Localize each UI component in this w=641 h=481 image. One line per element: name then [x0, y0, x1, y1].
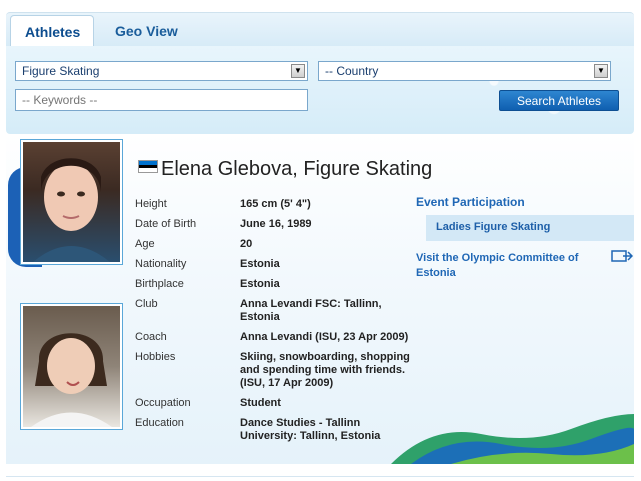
search-athletes-button[interactable]: Search Athletes [499, 90, 619, 111]
detail-value: Student [240, 397, 281, 409]
detail-row: Nationality Estonia [135, 258, 415, 271]
detail-row: Age 20 [135, 238, 415, 251]
olympic-committee-link[interactable]: Visit the Olympic Committee of Estonia [416, 251, 606, 281]
athlete-details: Height 165 cm (5' 4") Date of Birth June 1… [135, 198, 415, 450]
olympic-waves-decoration [391, 414, 634, 464]
sport-select-value: Figure Skating [22, 64, 100, 78]
detail-value: Anna Levandi FSC: Tallinn, Estonia [240, 298, 382, 323]
sport-select[interactable]: Figure Skating ▼ [15, 61, 308, 81]
detail-row: Club Anna Levandi FSC: Tallinn, Estonia [135, 298, 415, 324]
chevron-down-icon[interactable]: ▼ [594, 64, 608, 78]
detail-label: Nationality [135, 258, 187, 270]
detail-label: Birthplace [135, 278, 184, 290]
athlete-portrait-icon [33, 158, 110, 262]
detail-value: Estonia [240, 278, 280, 290]
detail-value: Estonia [240, 258, 280, 270]
external-link-icon[interactable] [611, 250, 633, 262]
tab-bar: Athletes Geo View [6, 12, 634, 48]
coach-portrait-icon [31, 333, 112, 427]
detail-row: Occupation Student [135, 397, 415, 410]
detail-row: Education Dance Studies - Tallinn Univers… [135, 417, 415, 443]
chevron-down-icon[interactable]: ▼ [291, 64, 305, 78]
event-participation-title: Event Participation [416, 195, 525, 209]
detail-row: Coach Anna Levandi (ISU, 23 Apr 2009) [135, 331, 415, 344]
detail-value: 20 [240, 238, 253, 250]
detail-label: Age [135, 238, 155, 250]
detail-value: June 16, 1989 [240, 218, 312, 230]
detail-label: Height [135, 198, 167, 210]
detail-row: Height 165 cm (5' 4") [135, 198, 415, 211]
country-select-value: -- Country [325, 64, 379, 78]
coach-photo [20, 303, 123, 430]
footer-divider [6, 476, 634, 477]
detail-value: 165 cm (5' 4") [240, 198, 311, 210]
event-item-ladies-figure-skating[interactable]: Ladies Figure Skating [426, 215, 634, 241]
country-select[interactable]: -- Country ▼ [318, 61, 611, 81]
detail-value: Skiing, snowboarding, shopping and spend… [240, 351, 410, 389]
tab-athletes[interactable]: Athletes [10, 15, 94, 48]
athlete-photo [20, 139, 123, 265]
detail-row: Birthplace Estonia [135, 278, 415, 291]
keywords-input[interactable] [15, 89, 308, 111]
tab-geo-view[interactable]: Geo View [101, 15, 192, 48]
detail-label: Date of Birth [135, 218, 197, 230]
athlete-profile-page: Athletes Geo View Figure Skating ▼ -- Co… [0, 0, 641, 481]
athlete-profile: Elena Glebova, Figure Skating Height 165 … [6, 134, 634, 464]
detail-label: Education [135, 417, 184, 429]
search-panel: Figure Skating ▼ -- Country ▼ Search Ath… [6, 46, 634, 134]
estonia-flag-icon [138, 160, 158, 173]
detail-label: Club [135, 298, 158, 310]
detail-value: Dance Studies - Tallinn University: Tall… [240, 417, 381, 442]
detail-value: Anna Levandi (ISU, 23 Apr 2009) [240, 331, 409, 343]
athlete-name: Elena Glebova, Figure Skating [161, 158, 433, 180]
detail-row: Date of Birth June 16, 1989 [135, 218, 415, 231]
detail-label: Coach [135, 331, 167, 343]
detail-row: Hobbies Skiing, snowboarding, shopping an… [135, 351, 415, 390]
detail-label: Hobbies [135, 351, 176, 363]
detail-label: Occupation [135, 397, 191, 409]
